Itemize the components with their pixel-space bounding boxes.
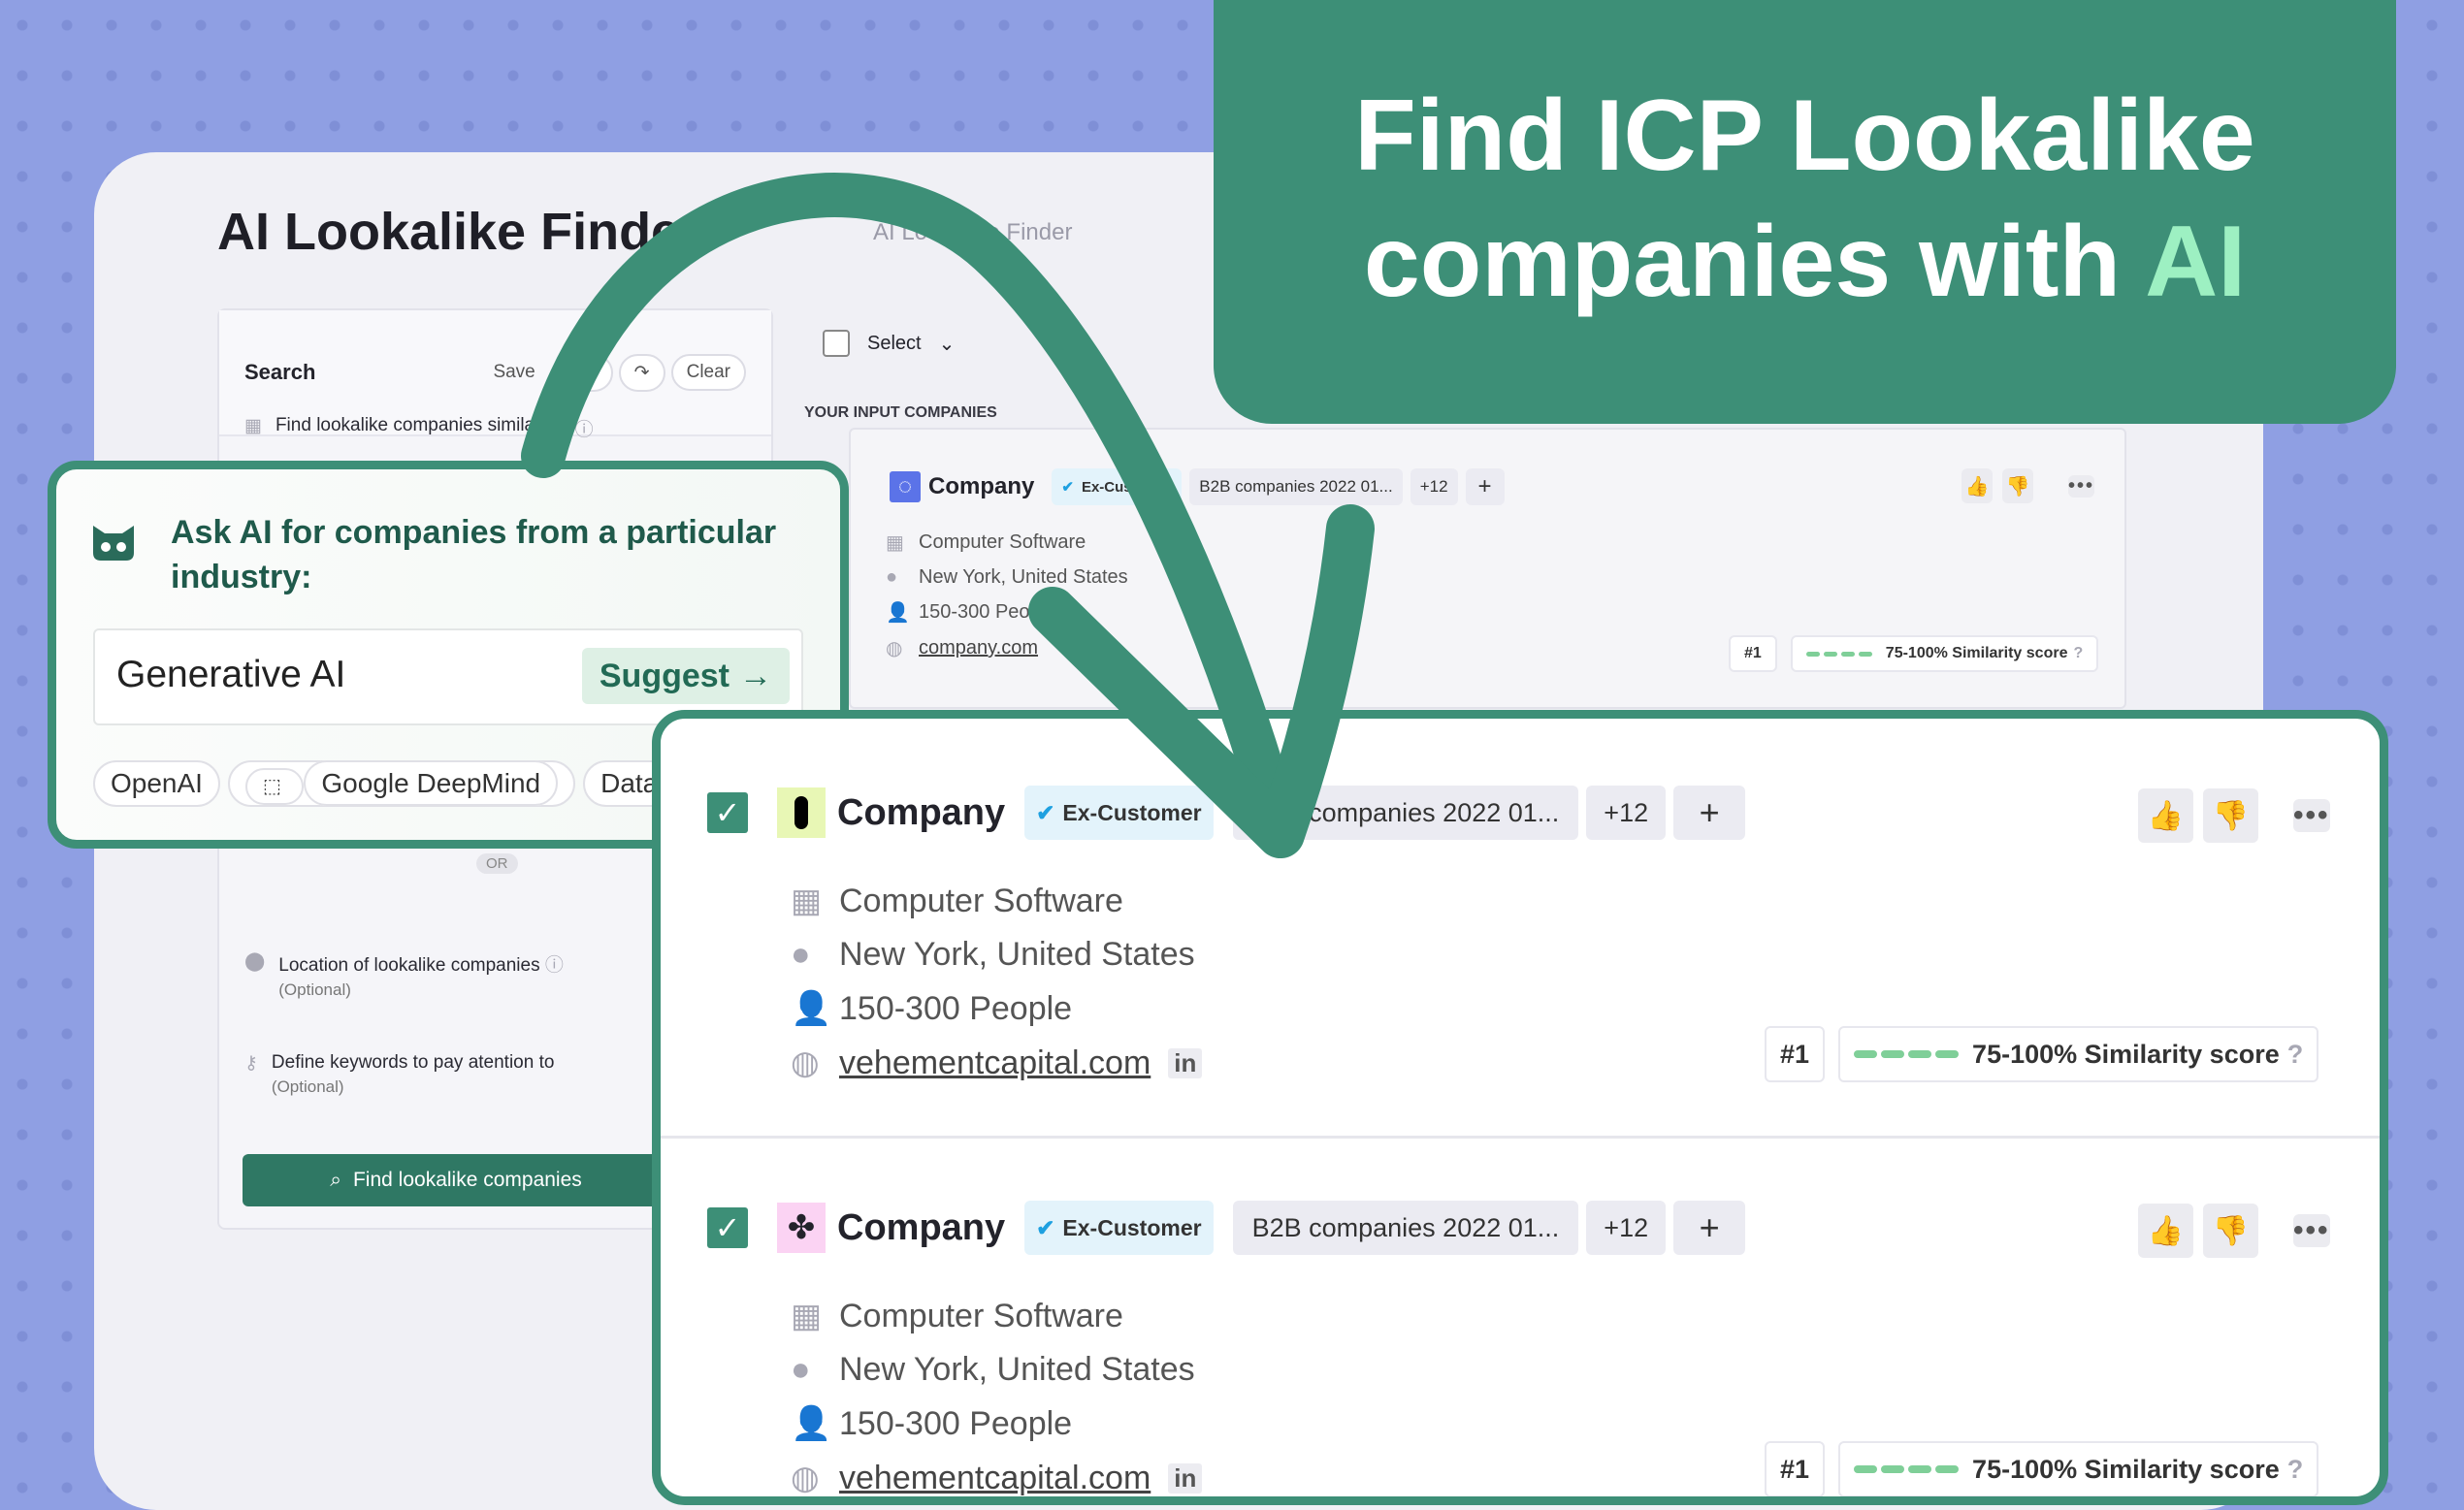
- curved-arrow-icon: [521, 173, 1375, 858]
